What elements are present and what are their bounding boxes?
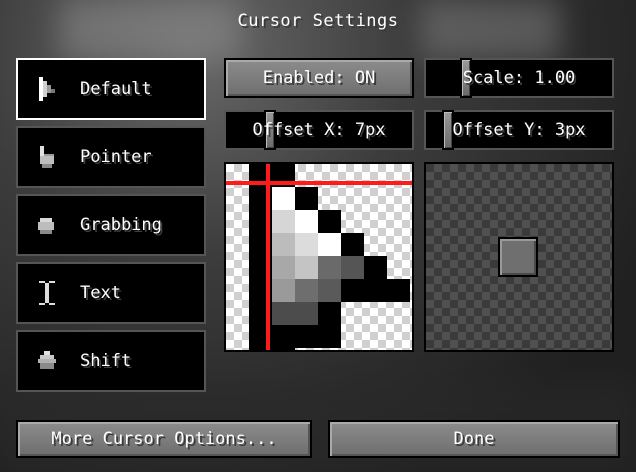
grabbing-hand-icon [34,212,60,238]
screen-title: Cursor Settings [237,11,399,31]
cursor-type-label: Default [80,79,152,99]
arrow-cursor-icon [34,76,60,102]
cursor-preview-scene [424,162,614,352]
offset-y-slider[interactable]: Offset Y: 3px [424,110,614,150]
offset-y-slider-label: Offset Y: 3px [452,120,586,140]
shift-arrow-icon [34,348,60,374]
cursor-pixel-art [226,164,412,350]
more-cursor-options-button[interactable]: More Cursor Options... [16,420,312,458]
cursor-preview-sample [498,237,538,277]
done-button[interactable]: Done [328,420,620,458]
text-ibeam-icon [34,280,60,306]
scale-slider[interactable]: Scale: 1.00 [424,58,614,98]
cursor-type-default[interactable]: Default [16,58,206,120]
done-label: Done [453,429,495,449]
cursor-type-label: Shift [80,351,132,371]
enabled-toggle-button[interactable]: Enabled: ON [224,58,414,98]
enabled-toggle-label: Enabled: ON [262,68,376,88]
more-cursor-options-label: More Cursor Options... [51,429,277,449]
cursor-type-text[interactable]: Text [16,262,206,324]
scale-slider-label: Scale: 1.00 [462,68,576,88]
cursor-type-label: Pointer [80,147,152,167]
cursor-type-label: Grabbing [80,215,162,235]
cursor-preview-large [224,162,414,352]
offset-x-slider-label: Offset X: 7px [252,120,386,140]
offset-x-slider[interactable]: Offset X: 7px [224,110,414,150]
cursor-type-grabbing[interactable]: Grabbing [16,194,206,256]
pointer-hand-icon [34,144,60,170]
cursor-type-label: Text [80,283,121,303]
cursor-type-pointer[interactable]: Pointer [16,126,206,188]
cursor-type-shift[interactable]: Shift [16,330,206,392]
